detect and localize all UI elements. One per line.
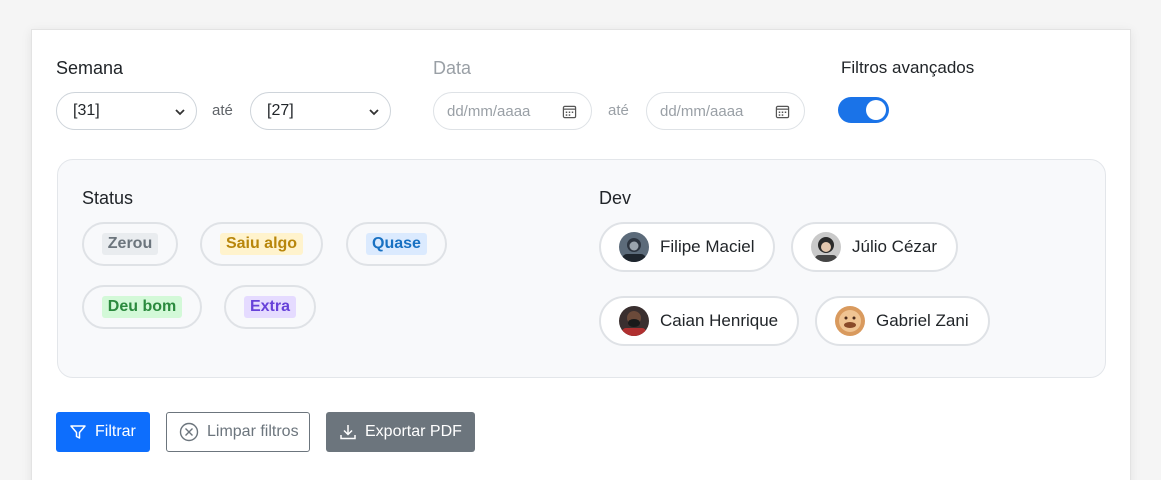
filter-button-label: Filtrar — [95, 423, 136, 440]
download-icon — [340, 425, 356, 440]
status-tag: Quase — [366, 233, 427, 255]
dev-name: Caian Henrique — [660, 311, 779, 330]
status-pill-deu-bom[interactable]: Deu bom — [82, 285, 202, 329]
semana-from-value: [31] — [73, 102, 100, 119]
clear-filters-button[interactable]: Limpar filtros — [166, 412, 310, 452]
status-tag: Saiu algo — [219, 233, 304, 255]
status-tag: Extra — [243, 296, 297, 318]
avatar-filipe — [619, 232, 649, 262]
date-to-placeholder: dd/mm/aaaa — [660, 102, 744, 120]
advanced-filters-label: Filtros avançados — [841, 58, 975, 77]
data-ate-label: até — [608, 102, 629, 119]
filter-button[interactable]: Filtrar — [56, 412, 150, 452]
status-tag: Deu bom — [101, 296, 183, 318]
semana-to-value: [27] — [267, 102, 294, 119]
avatar-caian — [619, 306, 649, 336]
status-pill-saiu-algo[interactable]: Saiu algo — [200, 222, 323, 266]
chevron-down-icon — [369, 109, 379, 116]
dev-pill-julio[interactable]: Júlio Cézar — [791, 222, 958, 272]
calendar-icon[interactable] — [562, 104, 577, 119]
export-pdf-button[interactable]: Exportar PDF — [326, 412, 475, 452]
avatar-julio — [811, 232, 841, 262]
clear-filters-label: Limpar filtros — [207, 423, 299, 440]
chevron-down-icon — [175, 109, 185, 116]
calendar-icon[interactable] — [775, 104, 790, 119]
status-tag: Zerou — [101, 233, 159, 255]
avatar-gabriel — [835, 306, 865, 336]
date-to-input[interactable]: dd/mm/aaaa — [646, 92, 805, 130]
dev-pill-filipe[interactable]: Filipe Maciel — [599, 222, 775, 272]
dev-pill-caian[interactable]: Caian Henrique — [599, 296, 799, 346]
status-pill-extra[interactable]: Extra — [224, 285, 316, 329]
dev-pill-gabriel[interactable]: Gabriel Zani — [815, 296, 990, 346]
semana-ate-label: até — [212, 102, 233, 119]
toggle-knob — [866, 100, 886, 120]
dev-name: Gabriel Zani — [876, 311, 969, 330]
dev-title: Dev — [599, 188, 632, 208]
filters-card: Semana [31] até [27] Data dd/mm/aaaa até… — [31, 29, 1131, 480]
status-title: Status — [82, 188, 134, 208]
status-pill-zerou[interactable]: Zerou — [82, 222, 178, 266]
close-circle-icon — [179, 422, 199, 442]
date-from-input[interactable]: dd/mm/aaaa — [433, 92, 592, 130]
semana-label: Semana — [56, 58, 124, 78]
dev-name: Filipe Maciel — [660, 237, 755, 256]
semana-from-select[interactable]: [31] — [56, 92, 197, 130]
status-pill-quase[interactable]: Quase — [346, 222, 447, 266]
export-pdf-label: Exportar PDF — [365, 423, 462, 440]
advanced-filters-toggle[interactable] — [838, 97, 889, 123]
data-label: Data — [433, 58, 472, 78]
dev-name: Júlio Cézar — [852, 237, 938, 256]
advanced-filters-panel: Status Zerou Saiu algo Quase Deu bom Ext… — [57, 159, 1106, 378]
semana-to-select[interactable]: [27] — [250, 92, 391, 130]
date-from-placeholder: dd/mm/aaaa — [447, 102, 531, 120]
funnel-icon — [70, 425, 86, 439]
